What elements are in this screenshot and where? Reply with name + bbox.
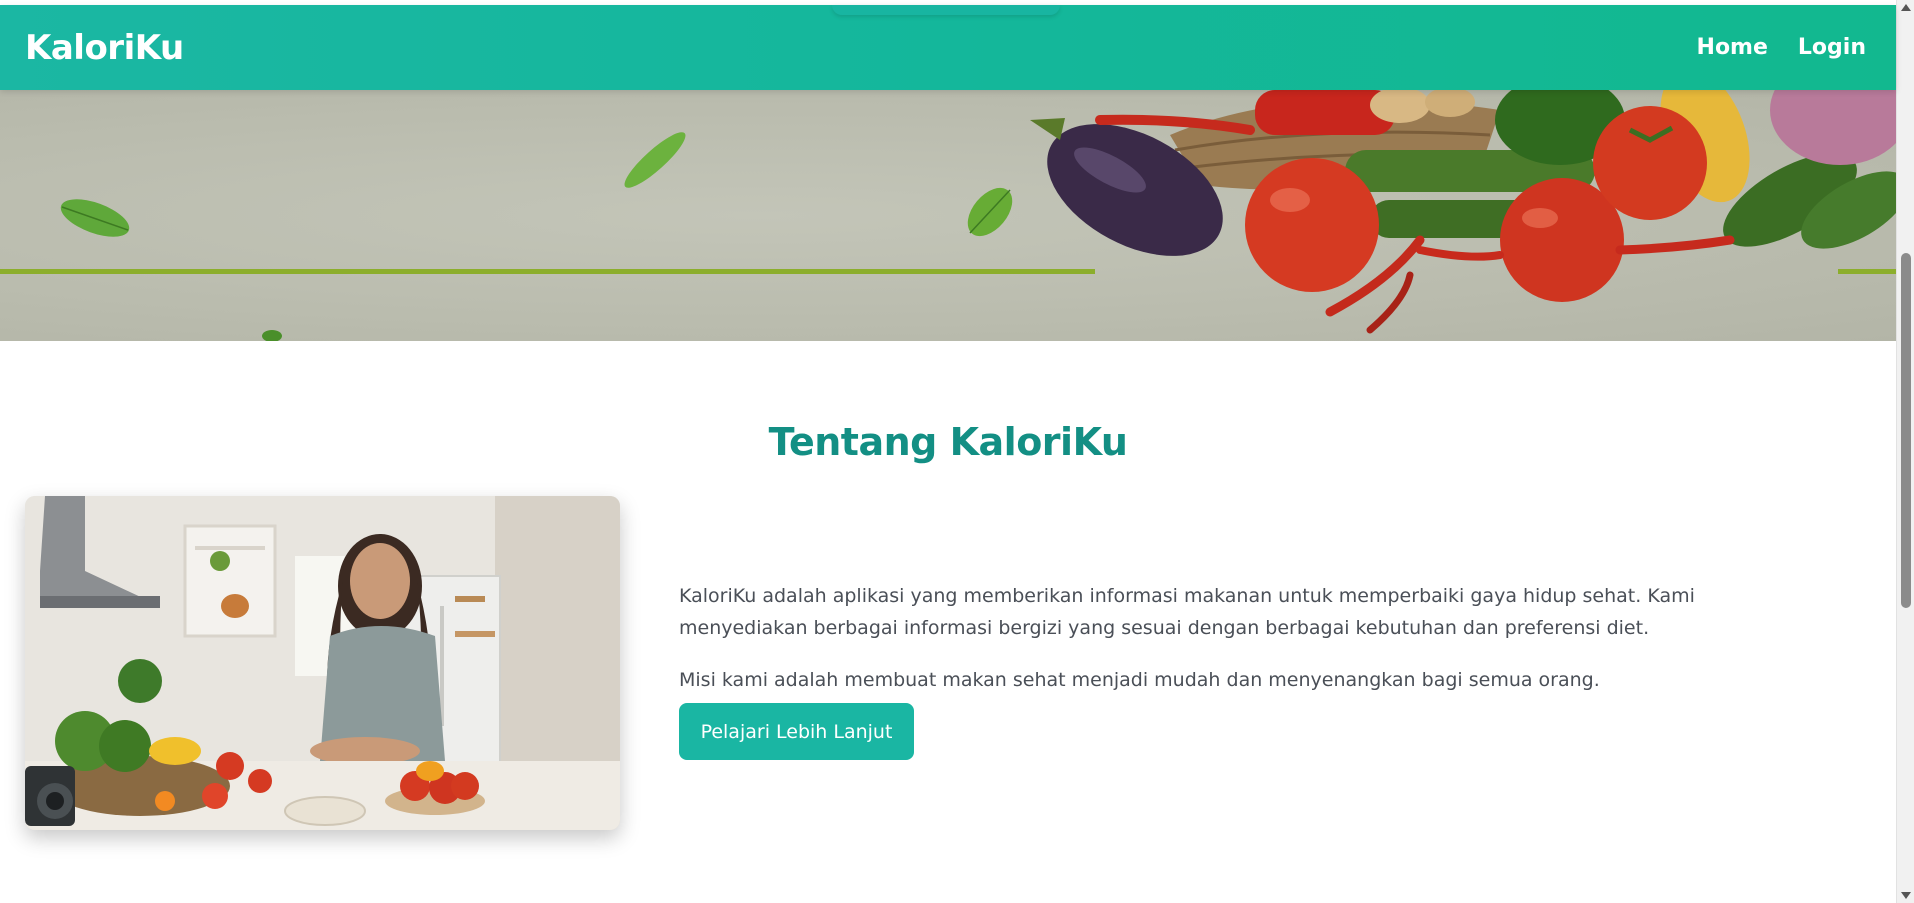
hero-banner <box>0 90 1896 341</box>
scroll-up-arrow-icon[interactable] <box>1901 4 1911 11</box>
green-stripe-right <box>1838 269 1896 274</box>
brand-logo[interactable]: KaloriKu <box>25 28 184 68</box>
about-paragraph-2: Misi kami adalah membuat makan sehat men… <box>679 669 1600 691</box>
nav-link-home[interactable]: Home <box>1697 35 1768 60</box>
about-paragraph-1: KaloriKu adalah aplikasi yang memberikan… <box>679 585 1695 639</box>
scrollbar-thumb[interactable] <box>1901 253 1911 608</box>
nav-links: Home Login <box>1697 35 1866 60</box>
leaf-icon <box>262 330 282 341</box>
vegetables-banner-image <box>0 90 1896 341</box>
page-scrollbar[interactable] <box>1896 0 1914 903</box>
navbar: KaloriKu Home Login <box>0 5 1896 90</box>
about-description: KaloriKu adalah aplikasi yang memberikan… <box>679 580 1829 716</box>
chili-pepper <box>1615 235 1735 255</box>
navbar-tab-nub <box>832 5 1060 15</box>
scroll-down-arrow-icon[interactable] <box>1901 892 1911 899</box>
leaf-icon <box>60 199 130 237</box>
leaf-icon <box>967 187 1013 237</box>
about-title: Tentang KaloriKu <box>768 420 1128 464</box>
learn-more-button[interactable]: Pelajari Lebih Lanjut <box>679 703 914 760</box>
leaf-icon <box>624 132 686 188</box>
kitchen-woman-photo <box>25 496 620 830</box>
onion <box>1770 90 1896 165</box>
chili-pepper <box>1416 246 1504 261</box>
tomato <box>1245 158 1379 292</box>
nav-link-login[interactable]: Login <box>1798 35 1866 60</box>
green-stripe-left <box>0 269 1095 274</box>
tomato <box>1593 106 1707 220</box>
